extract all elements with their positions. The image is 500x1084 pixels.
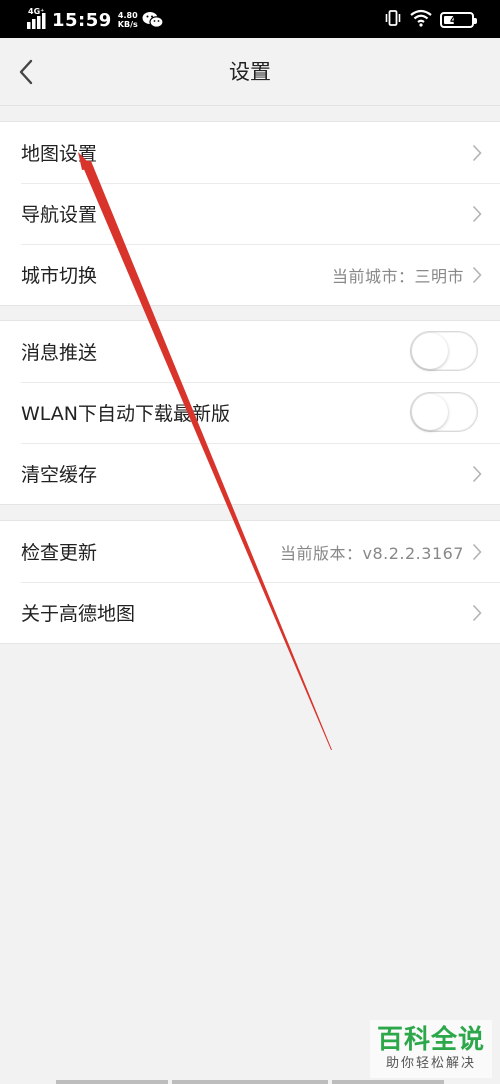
cellular-signal-icon: 4G⁺ [26,7,50,30]
settings-row-check-update[interactable]: 检查更新 当前版本：v8.2.2.3167 [0,521,500,582]
net-speed-unit: KB/s [117,20,138,29]
battery-icon: 46 [440,12,477,28]
bottom-line [172,1080,328,1084]
settings-row-clear-cache[interactable]: 清空缓存 [0,443,500,504]
settings-row-map-settings[interactable]: 地图设置 [0,122,500,183]
row-label: WLAN下自动下载最新版 [21,403,231,425]
toggle-knob [412,333,448,369]
net-speed: 4.80 KB/s [118,11,138,29]
bottom-line [332,1080,444,1084]
clock: 15:59 [52,9,112,31]
wifi-icon [410,9,432,31]
settings-row-navigation-settings[interactable]: 导航设置 [0,183,500,244]
row-right: 当前城市：三明市 [332,244,482,305]
toggle-knob [412,394,448,430]
row-label: 消息推送 [21,342,98,364]
status-bar: 4G⁺ 15:59 4.80 KB/s 46 [0,0,500,38]
row-right [472,122,482,183]
battery-tip [474,18,477,24]
chevron-right-icon [472,465,482,483]
settings-row-push-notifications: 消息推送 [0,321,500,382]
battery-level: 46 [450,14,464,26]
chevron-right-icon [472,543,482,561]
push-notifications-toggle[interactable] [410,331,478,371]
row-label: 清空缓存 [21,464,98,486]
page-title: 设置 [229,60,271,84]
chevron-right-icon [472,266,482,284]
vibrate-icon [384,9,402,31]
settings-group-about: 检查更新 当前版本：v8.2.2.3167 关于高德地图 [0,520,500,644]
current-city-value: 当前城市：三明市 [331,266,464,286]
row-label: 城市切换 [21,265,98,287]
row-label: 关于高德地图 [21,603,136,625]
bottom-lines [0,1080,500,1084]
row-label: 地图设置 [21,143,98,165]
row-right [472,582,482,643]
net-speed-value: 4.80 [117,11,138,20]
settings-row-wlan-auto-download: WLAN下自动下载最新版 [0,382,500,443]
wlan-auto-download-toggle[interactable] [410,392,478,432]
row-right: 当前版本：v8.2.2.3167 [280,521,482,582]
settings-group-map: 地图设置 导航设置 城市切换 当前城市：三明市 [0,121,500,306]
chevron-right-icon [472,144,482,162]
chevron-right-icon [472,205,482,223]
bottom-line [56,1080,168,1084]
network-type: 4G⁺ [28,7,45,16]
row-label: 导航设置 [21,204,98,226]
nav-header: 设置 [0,38,500,106]
wechat-notification-icon [142,11,164,29]
settings-row-about-amap[interactable]: 关于高德地图 [0,582,500,643]
status-right: 46 [384,8,477,32]
row-right [472,443,482,504]
watermark-logo: 百科全说 助你轻松解决 [370,1020,492,1078]
settings-group-general: 消息推送 WLAN下自动下载最新版 清空缓存 [0,320,500,505]
watermark-subtitle: 助你轻松解决 [385,1056,476,1071]
row-label: 检查更新 [21,542,98,564]
status-left: 4G⁺ 15:59 4.80 KB/s [26,8,164,32]
row-right [472,183,482,244]
current-version-value: 当前版本：v8.2.2.3167 [280,543,464,563]
chevron-right-icon [472,604,482,622]
settings-row-city-switch[interactable]: 城市切换 当前城市：三明市 [0,244,500,305]
watermark-title: 百科全说 [376,1025,485,1055]
